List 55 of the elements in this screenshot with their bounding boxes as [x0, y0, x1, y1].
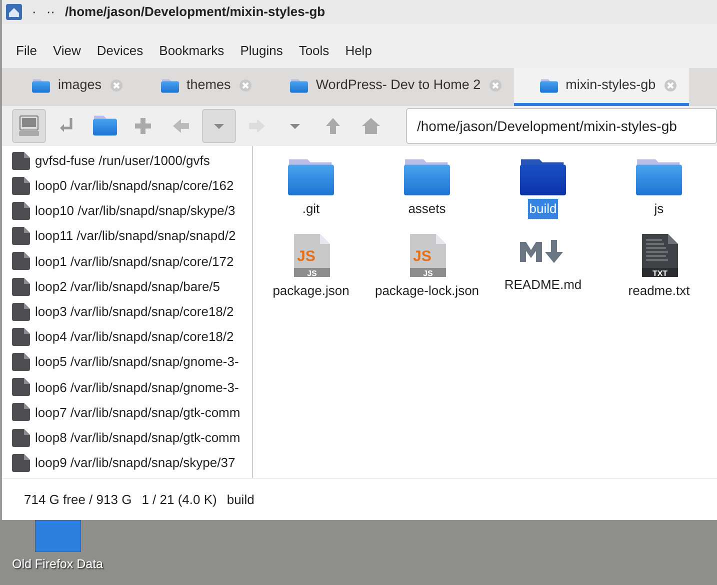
icon-label: JS	[297, 248, 316, 265]
menu-item[interactable]: Help	[337, 39, 380, 63]
tab[interactable]: themes	[134, 68, 264, 106]
location-field[interactable]: /home/jason/Development/mixin-styles-gb	[406, 108, 717, 144]
home-icon	[6, 4, 22, 20]
file-name[interactable]: package-lock.json	[374, 281, 480, 300]
file-name[interactable]: assets	[407, 199, 447, 218]
sidebar-item[interactable]: loop0 /var/lib/snapd/snap/core/162	[2, 173, 252, 198]
close-icon	[488, 79, 502, 92]
sidebar-item[interactable]: loop5 /var/lib/snapd/snap/gnome-3-	[2, 350, 252, 375]
file-name[interactable]: README.md	[503, 275, 583, 294]
caret-icon	[290, 124, 300, 128]
sidebar-item[interactable]: loop4 /var/lib/snapd/snap/core18/2	[2, 324, 252, 350]
js-file-icon	[294, 234, 330, 277]
window-button[interactable]: ··	[46, 2, 56, 22]
file-name[interactable]: .git	[301, 199, 321, 218]
text-file-icon	[642, 234, 678, 277]
sidebar-item[interactable]: loop11 /var/lib/snapd/snap/snapd/2	[2, 224, 252, 249]
close-icon	[110, 79, 123, 92]
window-title: /home/jason/Development/mixin-styles-gb	[65, 3, 326, 22]
caret-icon	[214, 124, 224, 128]
status-text: build	[226, 490, 254, 509]
sidebar-item[interactable]: loop9 /var/lib/snapd/snap/skype/37	[2, 450, 252, 476]
sidebar-item[interactable]: loop7 /var/lib/snapd/snap/gtk-comm	[2, 400, 252, 426]
js-file-icon	[410, 234, 446, 277]
sidebar-item[interactable]: loop1 /var/lib/snapd/snap/core/172	[2, 248, 252, 274]
file-name[interactable]: package.json	[272, 281, 350, 300]
sidebar-item[interactable]: loop2 /var/lib/snapd/snap/bare/5	[2, 274, 252, 300]
file-name[interactable]: readme.txt	[627, 281, 691, 300]
tab[interactable]: images	[6, 68, 135, 106]
menu-item[interactable]: File	[8, 39, 45, 63]
sidebar-item[interactable]: loop6 /var/lib/snapd/snap/gnome-3-	[2, 374, 252, 400]
sidebar-item[interactable]: loop8 /var/lib/snapd/snap/gtk-comm	[2, 425, 252, 450]
file-name[interactable]: js	[653, 199, 665, 218]
toolbar-button[interactable]	[12, 109, 46, 143]
menu-item[interactable]: Bookmarks	[151, 39, 232, 63]
icon-label: JS	[413, 248, 432, 265]
menu-item[interactable]: Plugins	[232, 39, 291, 63]
tab[interactable]: WordPress- Dev to Home 2	[264, 68, 514, 106]
sidebar-item[interactable]: loop10 /var/lib/snapd/snap/skype/3	[2, 198, 252, 224]
icon-badge-label: TXT	[652, 269, 668, 278]
status-text: 714 G free / 913 G	[24, 490, 132, 509]
icon-badge-label: JS	[423, 269, 433, 278]
sidebar-item[interactable]: loop3 /var/lib/snapd/snap/core18/2	[2, 299, 252, 324]
tab[interactable]: mixin-styles-gb	[514, 68, 689, 106]
menu-item[interactable]: Tools	[290, 39, 338, 63]
menu-item[interactable]: Devices	[88, 39, 152, 63]
close-icon	[238, 79, 252, 92]
window-button[interactable]: ·	[32, 2, 36, 22]
close-icon	[664, 79, 677, 92]
sidebar-item[interactable]: gvfsd-fuse /run/user/1000/gvfs	[2, 148, 252, 174]
icon-badge-label: JS	[307, 269, 317, 278]
menu-item[interactable]: View	[44, 39, 89, 63]
file-name[interactable]: build	[528, 199, 558, 218]
status-text: 1 / 21 (4.0 K)	[142, 490, 217, 509]
